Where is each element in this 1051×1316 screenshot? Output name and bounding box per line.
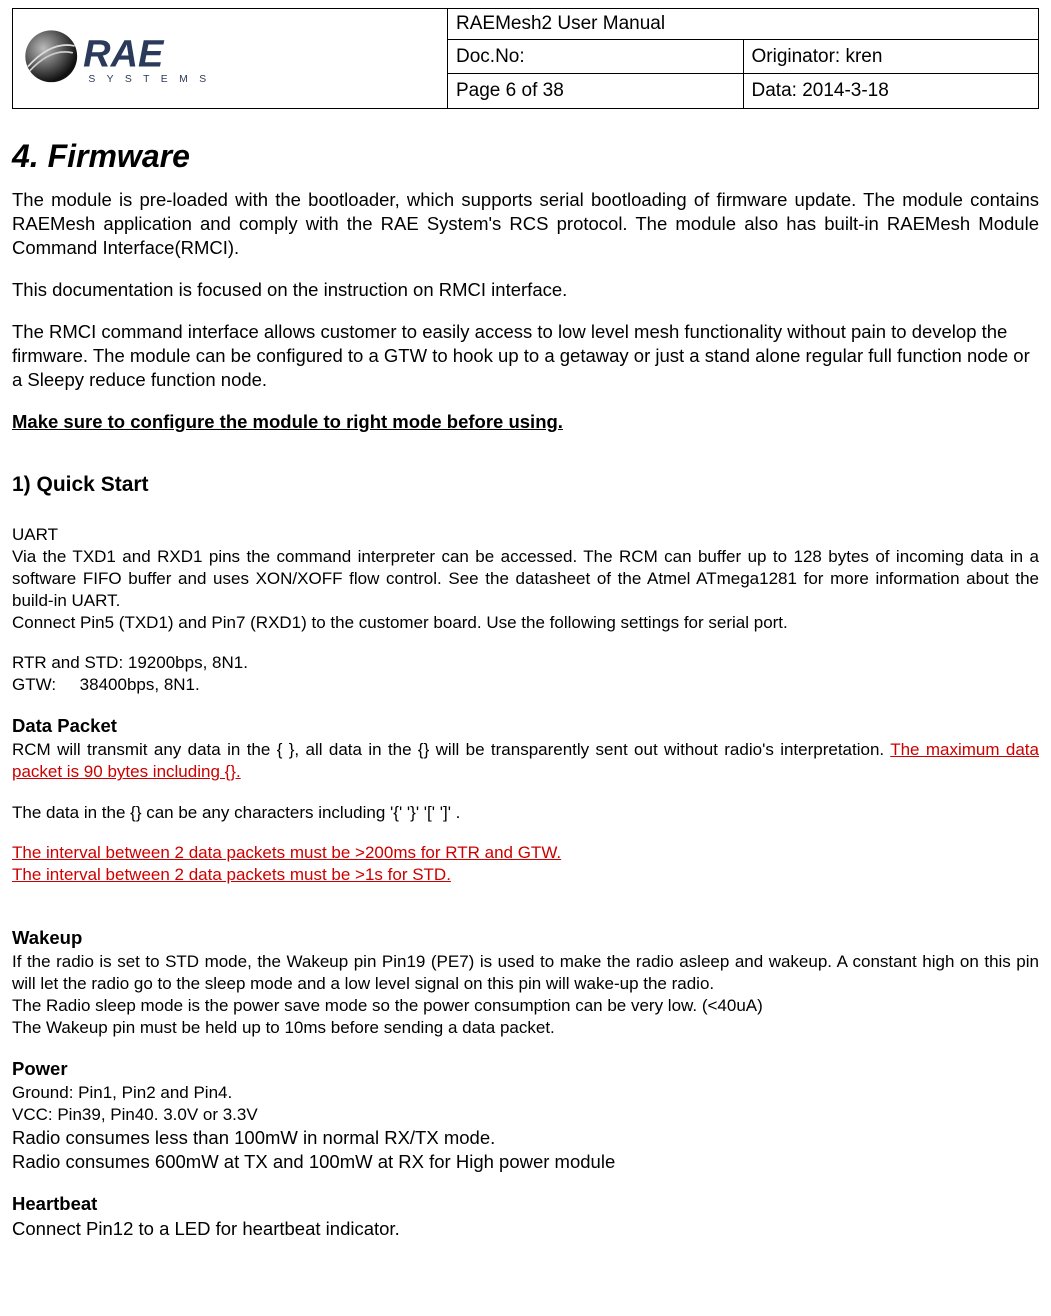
firmware-note: Make sure to configure the module to rig… bbox=[12, 410, 1039, 435]
power-title: Power bbox=[12, 1057, 1039, 1082]
power-p3: Radio consumes less than 100mW in normal… bbox=[12, 1126, 1039, 1150]
doc-row-1: Doc.No: Originator: kren bbox=[448, 40, 1038, 74]
doc-row-2: Page 6 of 38 Data: 2014-3-18 bbox=[448, 73, 1038, 108]
uart-p3: RTR and STD: 19200bps, 8N1. bbox=[12, 652, 1039, 674]
logo-cell: RAE S Y S T E M S bbox=[13, 9, 448, 108]
doc-no: Doc.No: bbox=[448, 40, 744, 74]
wakeup-p3: The Wakeup pin must be held up to 10ms b… bbox=[12, 1017, 1039, 1039]
power-p4: Radio consumes 600mW at TX and 100mW at … bbox=[12, 1150, 1039, 1174]
data-packet-p1a: RCM will transmit any data in the { }, a… bbox=[12, 740, 890, 759]
doc-date-info: Data: 2014-3-18 bbox=[744, 74, 1039, 108]
doc-originator: Originator: kren bbox=[744, 40, 1039, 74]
data-packet-p3: The interval between 2 data packets must… bbox=[12, 842, 1039, 864]
heartbeat-title: Heartbeat bbox=[12, 1192, 1039, 1217]
doc-title: RAEMesh2 User Manual bbox=[448, 9, 1038, 40]
svg-text:S Y S T E M S: S Y S T E M S bbox=[88, 75, 210, 86]
firmware-p1: The module is pre-loaded with the bootlo… bbox=[12, 188, 1039, 260]
heartbeat-p1: Connect Pin12 to a LED for heartbeat ind… bbox=[12, 1217, 1039, 1241]
uart-p1: Via the TXD1 and RXD1 pins the command i… bbox=[12, 546, 1039, 612]
quick-start-heading: 1) Quick Start bbox=[12, 471, 1039, 499]
power-p1: Ground: Pin1, Pin2 and Pin4. bbox=[12, 1082, 1039, 1104]
doc-info-table: RAEMesh2 User Manual Doc.No: Originator:… bbox=[448, 9, 1038, 108]
svg-text:RAE: RAE bbox=[83, 34, 165, 76]
data-packet-p2: The data in the {} can be any characters… bbox=[12, 802, 1039, 824]
uart-title: UART bbox=[12, 524, 1039, 546]
doc-page-info: Page 6 of 38 bbox=[448, 74, 744, 108]
wakeup-title: Wakeup bbox=[12, 926, 1039, 951]
uart-p4: GTW: 38400bps, 8N1. bbox=[12, 674, 1039, 696]
data-packet-title: Data Packet bbox=[12, 714, 1039, 739]
data-packet-p1: RCM will transmit any data in the { }, a… bbox=[12, 739, 1039, 783]
data-packet-p4: The interval between 2 data packets must… bbox=[12, 864, 1039, 886]
section-heading-firmware: 4. Firmware bbox=[12, 135, 1039, 178]
wakeup-p2: The Radio sleep mode is the power save m… bbox=[12, 995, 1039, 1017]
firmware-p3: The RMCI command interface allows custom… bbox=[12, 320, 1039, 392]
rae-systems-logo: RAE S Y S T E M S bbox=[21, 23, 211, 93]
document-header: RAE S Y S T E M S RAEMesh2 User Manual D… bbox=[12, 8, 1039, 109]
power-p2: VCC: Pin39, Pin40. 3.0V or 3.3V bbox=[12, 1104, 1039, 1126]
firmware-p2: This documentation is focused on the ins… bbox=[12, 278, 1039, 302]
wakeup-p1: If the radio is set to STD mode, the Wak… bbox=[12, 951, 1039, 995]
uart-p2: Connect Pin5 (TXD1) and Pin7 (RXD1) to t… bbox=[12, 612, 1039, 634]
